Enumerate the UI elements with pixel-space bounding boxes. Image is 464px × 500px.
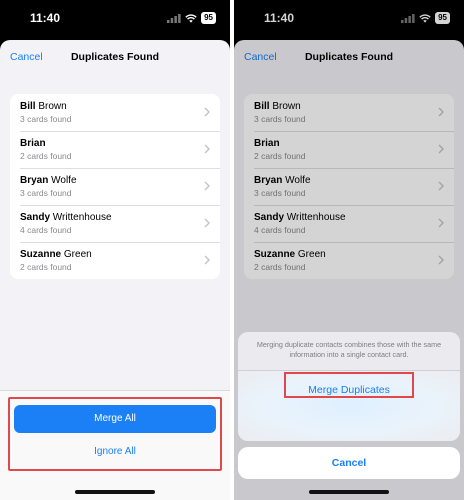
duplicates-sheet: Cancel Duplicates Found Bill Brown 3 car… xyxy=(0,40,230,500)
list-item[interactable]: Brian 2 cards found xyxy=(10,131,220,168)
chevron-right-icon xyxy=(204,218,210,228)
card-count: 3 cards found xyxy=(20,188,72,198)
chevron-right-icon xyxy=(204,255,210,265)
chevron-right-icon xyxy=(204,107,210,117)
right-screen: 11:40 95 Cancel Duplicates Found Bill Br… xyxy=(234,0,464,500)
home-indicator xyxy=(309,490,389,494)
signal-icon xyxy=(167,13,181,23)
wifi-icon xyxy=(185,13,197,23)
last-name: Writtenhouse xyxy=(50,212,112,223)
action-bar: Merge All Ignore All xyxy=(0,390,230,500)
card-count: 2 cards found xyxy=(20,151,72,161)
chevron-right-icon xyxy=(204,144,210,154)
list-item[interactable]: Suzanne Green 2 cards found xyxy=(10,242,220,279)
highlight-box xyxy=(284,372,414,398)
nav-bar: Cancel Duplicates Found xyxy=(0,40,230,76)
action-sheet-message: Merging duplicate contacts combines thos… xyxy=(256,340,442,359)
battery-icon: 95 xyxy=(201,12,216,24)
page-title: Duplicates Found xyxy=(70,51,160,63)
last-name: Wolfe xyxy=(48,175,77,186)
first-name: Brian xyxy=(20,138,46,149)
first-name: Bill xyxy=(20,101,36,112)
list-item[interactable]: Sandy Writtenhouse 4 cards found xyxy=(10,205,220,242)
last-name: Green xyxy=(61,249,92,260)
left-screen: 11:40 95 Cancel Duplicates Found Bill Br… xyxy=(0,0,230,500)
list-item[interactable]: Bill Brown 3 cards found xyxy=(10,94,220,131)
merge-action-sheet: Merging duplicate contacts combines thos… xyxy=(238,332,460,441)
duplicates-list: Bill Brown 3 cards found Brian 2 cards f… xyxy=(10,94,220,279)
status-bar: 11:40 95 xyxy=(0,0,230,36)
home-indicator xyxy=(75,490,155,494)
card-count: 2 cards found xyxy=(20,262,72,272)
card-count: 4 cards found xyxy=(20,225,72,235)
first-name: Suzanne xyxy=(20,249,62,260)
highlight-box xyxy=(8,397,222,471)
first-name: Sandy xyxy=(20,212,51,223)
last-name: Brown xyxy=(35,101,67,112)
action-sheet-cancel-button[interactable]: Cancel xyxy=(238,447,460,479)
first-name: Bryan xyxy=(20,175,49,186)
card-count: 3 cards found xyxy=(20,114,72,124)
chevron-right-icon xyxy=(204,181,210,191)
list-item[interactable]: Bryan Wolfe 3 cards found xyxy=(10,168,220,205)
status-time: 11:40 xyxy=(30,11,61,25)
